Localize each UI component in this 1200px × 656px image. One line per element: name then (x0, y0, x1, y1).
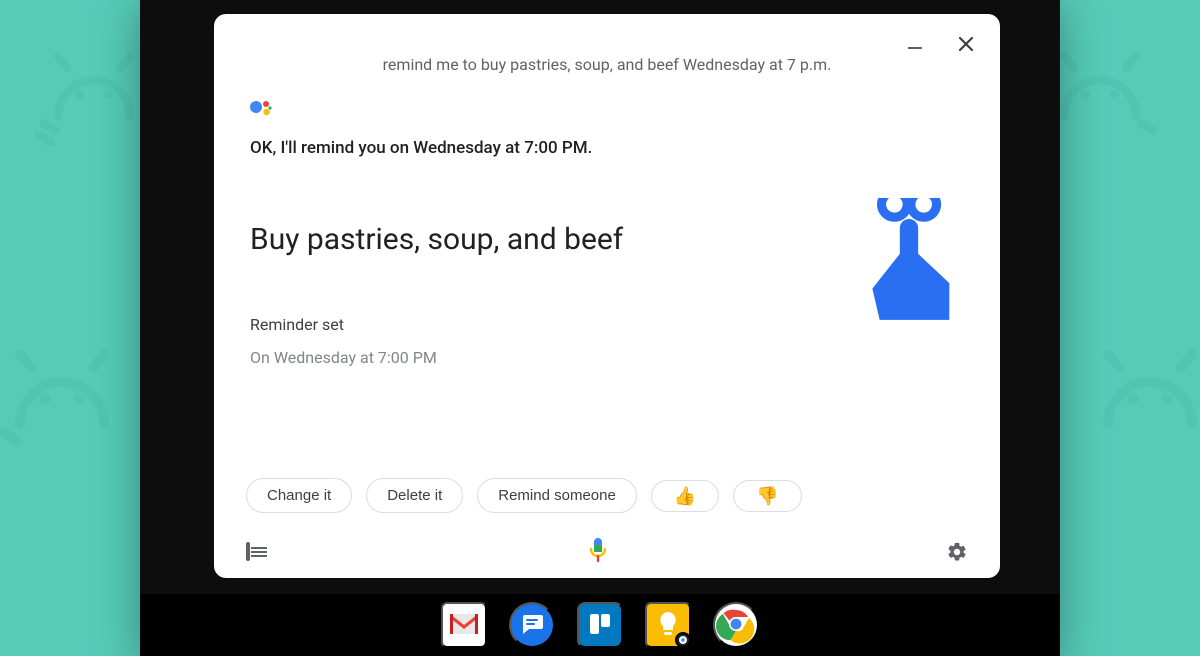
window-controls (904, 32, 978, 56)
gmail-icon (448, 612, 480, 639)
chip-remind-someone[interactable]: Remind someone (477, 478, 637, 513)
shelf (140, 594, 1060, 656)
close-button[interactable] (954, 32, 978, 56)
assistant-logo-row (246, 96, 968, 120)
settings-button[interactable] (946, 541, 968, 563)
app-gmail[interactable] (441, 602, 487, 648)
chrome-badge-icon (675, 632, 691, 648)
device-frame: remind me to buy pastries, soup, and bee… (140, 0, 1060, 656)
chip-thumbs-up[interactable]: 👍 (651, 480, 719, 512)
keyboard-button[interactable] (246, 544, 250, 559)
chip-delete-it[interactable]: Delete it (366, 478, 463, 513)
messages-icon (519, 611, 545, 640)
mic-icon (588, 551, 608, 566)
app-chrome[interactable] (713, 602, 759, 648)
chip-thumbs-down[interactable]: 👎 (733, 480, 801, 512)
app-keep[interactable] (645, 602, 691, 648)
gear-icon (946, 541, 968, 563)
keyboard-icon (246, 542, 250, 561)
assistant-input-bar (246, 527, 968, 566)
mic-button[interactable] (588, 537, 608, 566)
trello-icon (585, 609, 615, 642)
user-utterance: remind me to buy pastries, soup, and bee… (383, 50, 832, 80)
reminder-card: Buy pastries, soup, and beef Reminder se… (246, 222, 968, 367)
close-icon (958, 36, 974, 52)
app-trello[interactable] (577, 602, 623, 648)
assistant-card: remind me to buy pastries, soup, and bee… (214, 14, 1000, 578)
app-messages[interactable] (509, 602, 555, 648)
assistant-logo-icon (248, 96, 272, 120)
suggestion-chips: Change it Delete it Remind someone 👍 👎 (246, 478, 968, 519)
chrome-icon (716, 604, 756, 647)
assistant-reply: OK, I'll remind you on Wednesday at 7:00… (246, 138, 968, 158)
reminder-finger-icon (854, 198, 964, 328)
reminder-status-detail: On Wednesday at 7:00 PM (250, 348, 968, 367)
minimize-icon (908, 47, 922, 49)
minimize-button[interactable] (904, 39, 926, 49)
chip-change-it[interactable]: Change it (246, 478, 352, 513)
